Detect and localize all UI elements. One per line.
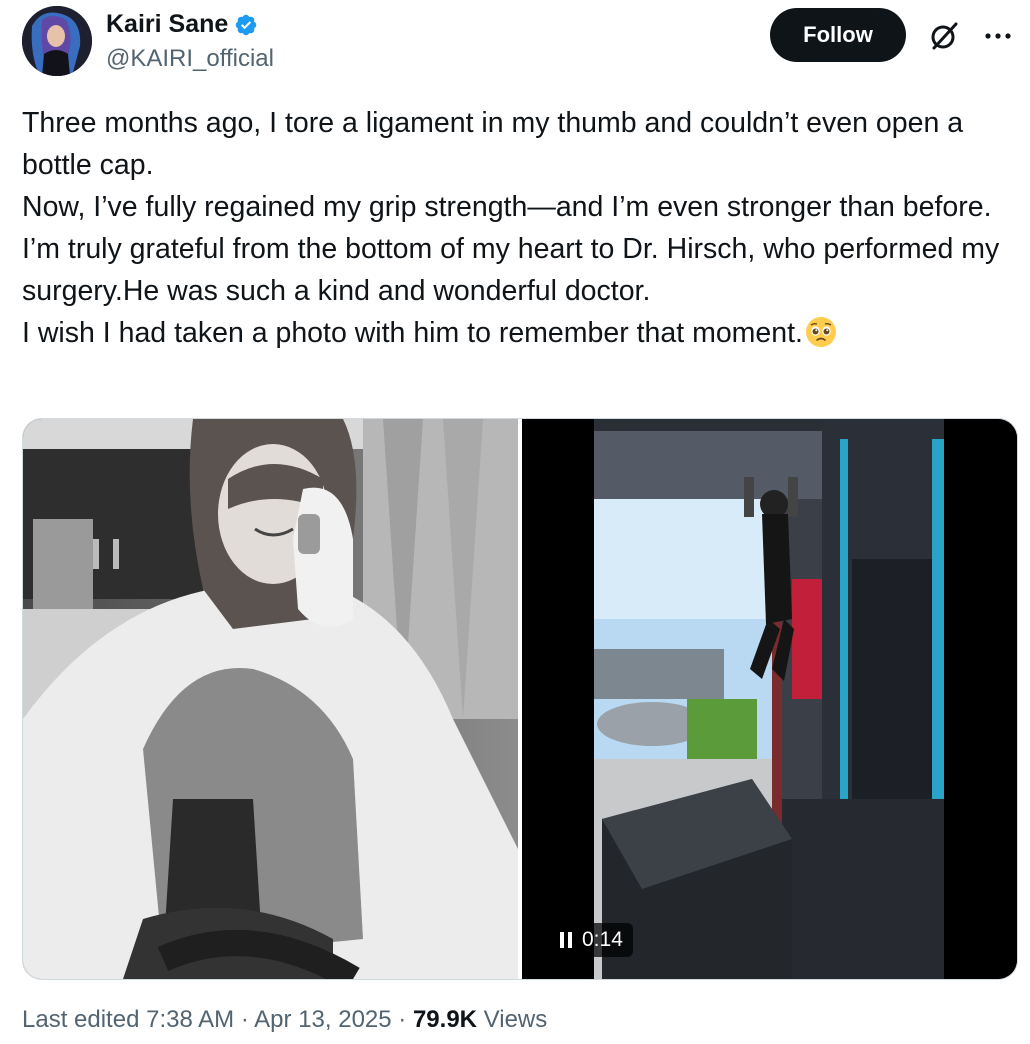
post-date[interactable]: Apr 13, 2025 [254,1006,391,1033]
verified-badge-icon [236,14,257,35]
tweet-text: Three months ago, I tore a ligament in m… [22,102,1012,354]
avatar[interactable] [22,6,92,76]
views-count[interactable]: 79.9K [413,1006,477,1033]
display-name[interactable]: Kairi Sane [106,10,228,39]
tweet-line: Now, I’ve fully regained my grip strengt… [22,191,992,223]
video-duration: 0:14 [582,928,623,951]
video-duration-badge[interactable]: 0:14 [550,923,633,957]
separator: · [398,1006,407,1033]
more-icon[interactable] [982,22,1014,50]
separator: · [240,1006,249,1033]
tweet-line-last: I wish I had taken a photo with him to r… [22,312,1012,354]
post-time[interactable]: 7:38 AM [146,1006,234,1033]
views-label[interactable]: Views [484,1006,548,1033]
video-player[interactable]: 0:14 [522,419,1017,979]
author-handle[interactable]: @KAIRI_official [106,45,274,73]
author-name-row[interactable]: Kairi Sane [106,10,258,39]
follow-button[interactable]: Follow [770,8,906,62]
media-grid: 0:14 [22,418,1018,980]
photo[interactable] [23,419,518,979]
tweet-meta: Last edited 7:38 AM · Apr 13, 2025 · 79.… [22,1006,547,1034]
pause-icon[interactable] [560,932,572,948]
grok-icon[interactable] [928,20,960,52]
edited-prefix[interactable]: Last edited [22,1006,139,1033]
tweet-line: Three months ago, I tore a ligament in m… [22,107,964,181]
pleading-face-emoji-icon [805,317,836,347]
tweet-line: I wish I had taken a photo with him to r… [22,317,803,349]
tweet-line: I’m truly grateful from the bottom of my… [22,233,1000,307]
